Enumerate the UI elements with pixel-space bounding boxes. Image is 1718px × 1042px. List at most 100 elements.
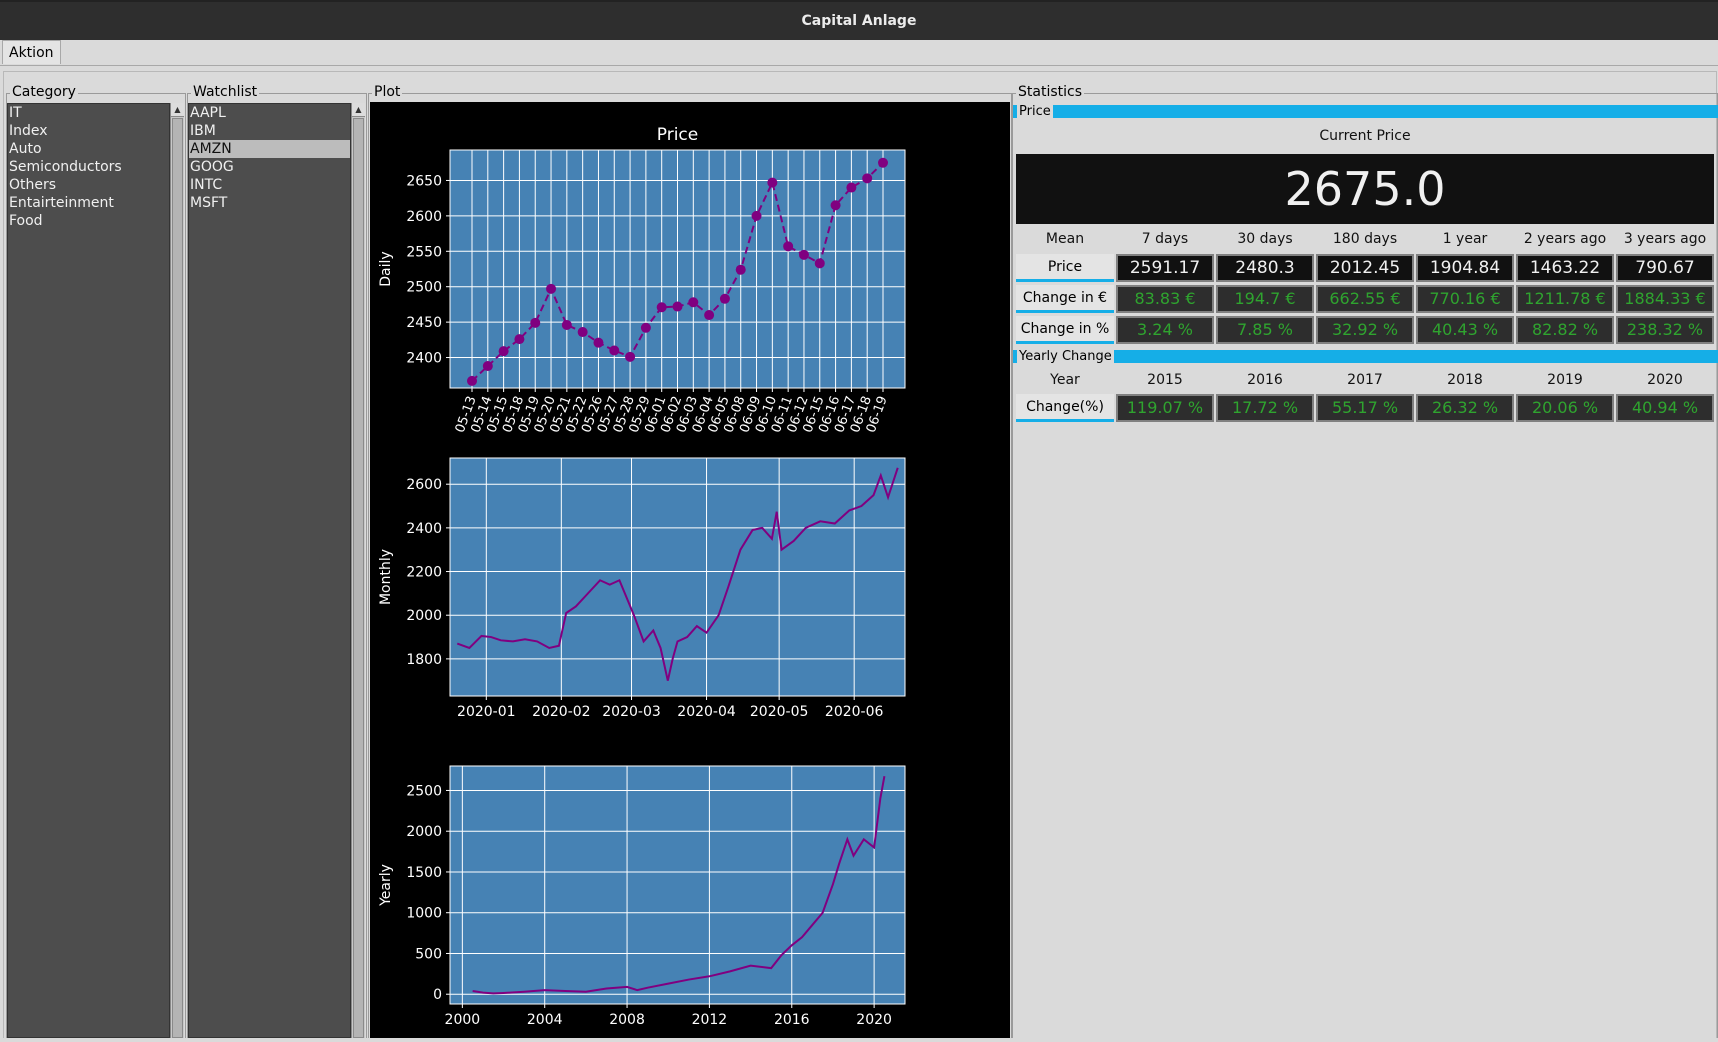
data-point	[609, 345, 620, 356]
y-tick-label: 2000	[406, 824, 442, 840]
data-point	[878, 157, 888, 168]
category-list-item[interactable]: IT	[8, 104, 169, 122]
current-price-value: 2675.0	[1016, 154, 1714, 224]
y-tick-label: 2600	[406, 209, 442, 225]
yearly-section-bar	[1013, 350, 1718, 363]
category-list-item[interactable]: Auto	[8, 140, 169, 158]
stats-value-cell: 194.7 €	[1216, 285, 1314, 313]
yearly-row-label: Change(%)	[1016, 394, 1114, 422]
y-tick-label: 2550	[406, 244, 442, 260]
yearly-section-title: Yearly Change	[1017, 349, 1114, 364]
data-point	[514, 334, 525, 345]
watchlist-list-item[interactable]: AAPL	[189, 104, 350, 122]
yearly-header-cell: 2016	[1247, 372, 1283, 388]
yearly-header-cell: Year	[1050, 372, 1080, 388]
data-point	[498, 346, 509, 357]
stats-value-cell: 2012.45	[1316, 254, 1414, 282]
stats-value-cell: 2591.17	[1116, 254, 1214, 282]
plot-axes	[449, 765, 906, 1005]
x-tick-label: 2012	[692, 1012, 728, 1028]
stats-value-cell: 1463.22	[1516, 254, 1614, 282]
price-section-title: Price	[1017, 104, 1053, 119]
stats-header-cell: 2 years ago	[1523, 231, 1607, 247]
data-point	[577, 327, 588, 338]
category-scrollbar[interactable]: ▲	[170, 103, 184, 1038]
watchlist-list-item[interactable]: GOOG	[189, 158, 350, 176]
category-list-item[interactable]: Others	[8, 176, 169, 194]
yearly-value-cell: 119.07 %	[1116, 394, 1214, 422]
watchlist-scrollbar[interactable]: ▲	[351, 103, 365, 1038]
data-point	[672, 301, 683, 312]
data-point	[862, 173, 873, 184]
y-tick-label: 2000	[406, 608, 442, 624]
y-tick-label: 2200	[406, 565, 442, 581]
data-point	[767, 177, 778, 188]
stats-value-cell: 82.82 %	[1516, 316, 1614, 344]
watchlist-list-item[interactable]: MSFT	[189, 194, 350, 212]
window-title: Capital Anlage	[0, 0, 1718, 40]
watchlist-list[interactable]: AAPL IBM AMZN GOOG INTC MSFT	[188, 103, 351, 1038]
stats-value-cell: 40.43 %	[1416, 316, 1514, 344]
yearly-value-cell: 26.32 %	[1416, 394, 1514, 422]
x-tick-label: 2016	[774, 1012, 810, 1028]
x-tick-label: 2008	[609, 1012, 645, 1028]
tab-aktion[interactable]: Aktion	[2, 40, 61, 64]
scroll-up-icon[interactable]: ▲	[352, 103, 365, 117]
category-list-item[interactable]: Semiconductors	[8, 158, 169, 176]
yearly-header-cell: 2020	[1647, 372, 1683, 388]
scroll-thumb[interactable]	[353, 118, 364, 1038]
yearly-header-cell: 2019	[1547, 372, 1583, 388]
x-tick-label: 2020-03	[602, 704, 661, 720]
yearly-value-cell: 20.06 %	[1516, 394, 1614, 422]
stats-value-cell: 770.16 €	[1416, 285, 1514, 313]
data-point	[704, 310, 715, 321]
scroll-thumb[interactable]	[172, 118, 183, 1038]
watchlist-list-item[interactable]: INTC	[189, 176, 350, 194]
stats-header-cell: 180 days	[1332, 231, 1398, 247]
x-tick-label: 2000	[445, 1012, 481, 1028]
chart-title: Price	[657, 125, 698, 145]
data-point	[798, 249, 809, 260]
price-section-bar	[1013, 105, 1718, 118]
y-tick-label: 2400	[406, 351, 442, 367]
stats-value-cell: 3.24 %	[1116, 316, 1214, 344]
stats-value-cell: 1211.78 €	[1516, 285, 1614, 313]
stats-value-cell: 662.55 €	[1316, 285, 1414, 313]
x-tick-label: 2020-02	[532, 704, 591, 720]
stats-value-cell: 1904.84	[1416, 254, 1514, 282]
category-list[interactable]: IT Index Auto Semiconductors Others Entairtei…	[7, 103, 170, 1038]
y-axis-label: Daily	[378, 251, 394, 286]
y-tick-label: 2650	[406, 173, 442, 189]
stats-value-cell: 83.83 €	[1116, 285, 1214, 313]
x-tick-label: 2004	[527, 1012, 563, 1028]
data-point	[846, 182, 857, 193]
stats-header-cell: 3 years ago	[1623, 231, 1707, 247]
x-tick-label: 2020	[856, 1012, 892, 1028]
y-tick-label: 0	[433, 987, 442, 1003]
yearly-value-cell: 40.94 %	[1616, 394, 1714, 422]
data-point	[640, 322, 651, 333]
scroll-up-icon[interactable]: ▲	[171, 103, 184, 117]
stats-header-cell: 1 year	[1442, 231, 1488, 247]
watchlist-list-item[interactable]: AMZN	[189, 140, 350, 158]
category-list-item[interactable]: Index	[8, 122, 169, 140]
stats-header-cell: Mean	[1045, 231, 1085, 247]
data-point	[467, 375, 477, 386]
y-tick-label: 500	[415, 946, 442, 962]
data-point	[783, 241, 794, 252]
category-list-item[interactable]: Food	[8, 212, 169, 230]
plot-axes	[449, 457, 906, 697]
data-point	[814, 258, 825, 269]
category-list-item[interactable]: Entairteinment	[8, 194, 169, 212]
y-tick-label: 2600	[406, 477, 442, 493]
tab-bar: Aktion	[0, 40, 1718, 66]
y-axis-label: Yearly	[378, 864, 394, 907]
data-point	[719, 293, 730, 304]
data-point	[751, 210, 762, 221]
data-point	[530, 317, 541, 328]
plot-canvas: Price 05-13 05-14 05-15 05-18 05-19 05-20 05-21…	[370, 102, 1010, 1038]
x-tick-label: 2020-05	[750, 704, 809, 720]
y-tick-label: 2450	[406, 315, 442, 331]
y-axis-label: Monthly	[378, 549, 394, 605]
watchlist-list-item[interactable]: IBM	[189, 122, 350, 140]
